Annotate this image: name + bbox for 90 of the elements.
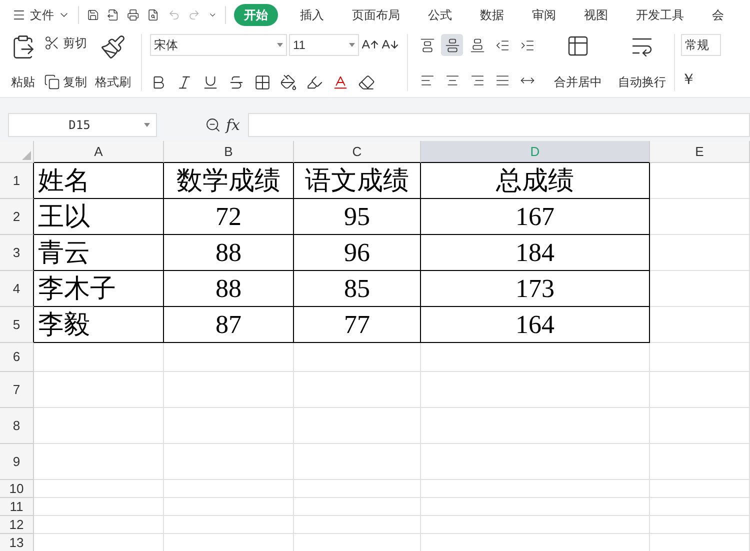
borders-icon[interactable] bbox=[254, 74, 271, 91]
italic-icon[interactable] bbox=[176, 74, 193, 91]
row-header[interactable]: 9 bbox=[0, 444, 34, 480]
caret-icon bbox=[277, 43, 283, 47]
wrap-text-button[interactable]: 自动换行 bbox=[610, 34, 675, 91]
table-cell: 77 bbox=[294, 307, 421, 343]
copy-button[interactable]: 复制 bbox=[44, 73, 87, 91]
align-bottom-icon bbox=[470, 38, 484, 52]
merge-center-button[interactable]: 合并居中 bbox=[546, 34, 610, 91]
fill-icon[interactable] bbox=[280, 74, 297, 91]
row-header[interactable]: 7 bbox=[0, 372, 34, 408]
table-cell: 95 bbox=[294, 199, 421, 235]
table-cell: 72 bbox=[164, 199, 294, 235]
caret-icon bbox=[144, 123, 150, 127]
justify-icon bbox=[494, 72, 510, 88]
ribbon-tab[interactable]: 审阅 bbox=[526, 6, 562, 24]
row-header[interactable]: 1 bbox=[0, 163, 34, 199]
row-header[interactable]: 13 bbox=[0, 534, 34, 551]
table-cell: 167 bbox=[421, 199, 650, 235]
font-color-icon[interactable] bbox=[332, 74, 349, 91]
table-cell: 语文成绩 bbox=[294, 163, 421, 199]
font-size-field[interactable]: 11 bbox=[289, 34, 359, 56]
table-cell: 85 bbox=[294, 271, 421, 307]
align-left-icon bbox=[420, 72, 434, 88]
row-header[interactable]: 5 bbox=[0, 307, 34, 343]
table-cell: 王以 bbox=[34, 199, 164, 235]
ribbon-tab[interactable]: 插入 bbox=[294, 6, 330, 24]
highlight-icon[interactable] bbox=[306, 74, 323, 91]
ribbon-tab[interactable]: 开发工具 bbox=[630, 6, 690, 24]
table-cell: 88 bbox=[164, 271, 294, 307]
caret-icon bbox=[349, 43, 355, 47]
align-top-icon bbox=[420, 38, 434, 52]
paintbrush-icon bbox=[100, 34, 126, 60]
underline-icon[interactable] bbox=[202, 74, 219, 91]
indent-icon bbox=[520, 38, 534, 52]
menu-icon bbox=[12, 8, 26, 22]
merge-cells-icon bbox=[566, 34, 590, 58]
outdent-icon bbox=[494, 38, 510, 52]
row-header[interactable]: 6 bbox=[0, 343, 34, 372]
row-header[interactable]: 12 bbox=[0, 516, 34, 534]
row-header[interactable]: 2 bbox=[0, 199, 34, 235]
print-preview-icon[interactable] bbox=[147, 7, 160, 23]
row-header[interactable]: 10 bbox=[0, 480, 34, 498]
table-cell: 164 bbox=[421, 307, 650, 343]
name-box[interactable]: D15 bbox=[8, 113, 157, 137]
export-icon[interactable] bbox=[106, 7, 120, 23]
number-format-field[interactable]: 常规 bbox=[681, 34, 721, 56]
currency-button[interactable]: ￥ bbox=[681, 68, 721, 91]
column-header[interactable]: A bbox=[34, 141, 164, 163]
ribbon-tab[interactable]: 数据 bbox=[474, 6, 510, 24]
row-header[interactable]: 11 bbox=[0, 498, 34, 516]
scissors-icon bbox=[44, 35, 60, 51]
paste-button[interactable]: 粘贴 bbox=[10, 34, 36, 91]
zoom-icon[interactable] bbox=[205, 117, 221, 133]
table-cell: 88 bbox=[164, 235, 294, 271]
row-header[interactable]: 4 bbox=[0, 271, 34, 307]
font-name-field[interactable]: 宋体 bbox=[150, 34, 287, 56]
column-header[interactable]: B bbox=[164, 141, 294, 163]
table-cell: 李毅 bbox=[34, 307, 164, 343]
align-right-icon bbox=[470, 72, 484, 88]
ribbon-tab[interactable]: 会 bbox=[706, 6, 730, 24]
strikethrough-icon[interactable] bbox=[228, 74, 245, 91]
table-cell: 姓名 bbox=[34, 163, 164, 199]
column-header[interactable]: C bbox=[294, 141, 421, 163]
table-cell: 青云 bbox=[34, 235, 164, 271]
print-icon[interactable] bbox=[127, 7, 140, 23]
align-center-icon bbox=[444, 72, 460, 88]
table-cell: 李木子 bbox=[34, 271, 164, 307]
ribbon-tab[interactable]: 公式 bbox=[422, 6, 458, 24]
table-cell: 173 bbox=[421, 271, 650, 307]
align-middle-icon bbox=[444, 38, 460, 52]
file-menu[interactable]: 文件 bbox=[12, 6, 70, 24]
row-header[interactable]: 8 bbox=[0, 408, 34, 444]
function-label[interactable]: fx bbox=[226, 114, 240, 136]
formula-field[interactable] bbox=[248, 113, 750, 137]
copy-icon bbox=[44, 74, 60, 90]
cut-button[interactable]: 剪切 bbox=[44, 34, 87, 52]
eraser-icon[interactable] bbox=[358, 74, 375, 91]
table-cell: 184 bbox=[421, 235, 650, 271]
table-cell: 数学成绩 bbox=[164, 163, 294, 199]
row-header[interactable]: 3 bbox=[0, 235, 34, 271]
align-button[interactable] bbox=[441, 34, 463, 56]
ribbon-tab[interactable]: 视图 bbox=[578, 6, 614, 24]
table-cell: 总成绩 bbox=[421, 163, 650, 199]
table-cell: 87 bbox=[164, 307, 294, 343]
ribbon-tab[interactable]: 页面布局 bbox=[346, 6, 406, 24]
format-painter-button[interactable]: 格式刷 bbox=[95, 34, 131, 91]
column-header[interactable]: E bbox=[650, 141, 750, 163]
save-icon[interactable] bbox=[86, 7, 99, 23]
table-cell: 96 bbox=[294, 235, 421, 271]
